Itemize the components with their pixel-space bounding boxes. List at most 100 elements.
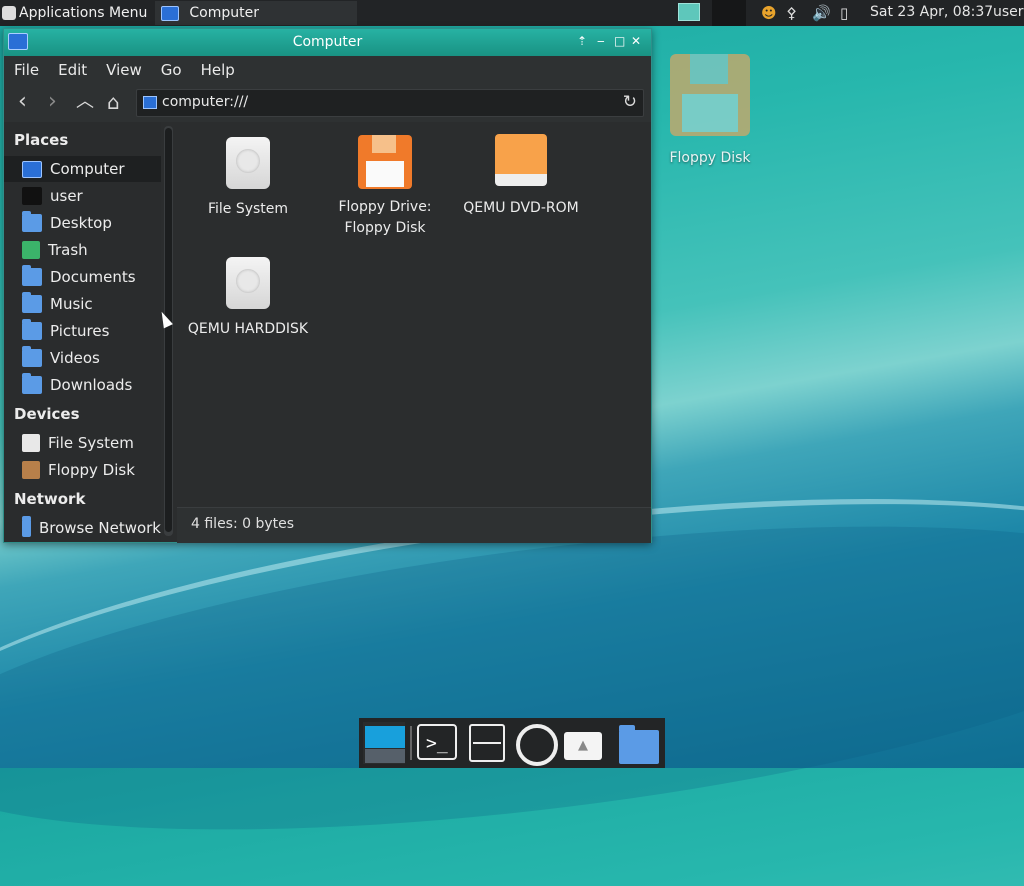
reload-icon[interactable]: ↻ xyxy=(623,92,637,112)
applications-menu-label: Applications Menu xyxy=(19,5,148,21)
battery-icon[interactable]: ▯ xyxy=(840,4,848,22)
home-button[interactable]: ⌂ xyxy=(107,91,120,113)
folder-icon xyxy=(619,725,659,764)
maximize-button[interactable]: □ xyxy=(614,34,625,48)
hard-disk-icon xyxy=(226,257,270,309)
dock-web-browser[interactable] xyxy=(514,722,558,766)
forward-button[interactable]: › xyxy=(48,91,57,113)
videos-folder-icon xyxy=(22,346,42,367)
sidebar-item-label: Music xyxy=(50,295,93,313)
sidebar-item-documents[interactable]: Documents xyxy=(4,264,161,290)
applications-menu-icon xyxy=(2,6,16,20)
file-item-dvd-rom[interactable]: QEMU DVD-ROM xyxy=(456,134,586,219)
desktop-icon-floppy-disk[interactable]: Floppy Disk xyxy=(668,54,752,166)
dock-terminal[interactable]: >_ xyxy=(417,722,459,764)
network-icon[interactable]: ⚴ xyxy=(786,4,797,22)
shade-button[interactable]: ⇡ xyxy=(577,34,587,48)
computer-icon xyxy=(161,5,180,21)
pictures-folder-icon xyxy=(22,319,42,340)
file-item-label: QEMU HARDDISK xyxy=(187,321,309,337)
update-notifier-icon[interactable]: ☻ xyxy=(761,4,777,22)
sidebar-scrollbar[interactable] xyxy=(164,126,173,536)
menu-view[interactable]: View xyxy=(106,61,142,79)
file-item-label: QEMU DVD-ROM xyxy=(463,200,579,216)
location-bar[interactable]: computer:/// ↻ xyxy=(136,89,644,117)
file-item-file-system[interactable]: File System xyxy=(183,137,313,220)
sidebar-item-label: Floppy Disk xyxy=(48,461,135,479)
music-folder-icon xyxy=(22,292,42,313)
sidebar: Places Computer user Desktop Trash Docum… xyxy=(4,122,161,542)
show-desktop-icon xyxy=(365,726,405,748)
hard-disk-icon xyxy=(226,137,270,189)
sidebar-item-desktop[interactable]: Desktop xyxy=(4,210,161,236)
status-text: 4 files: 0 bytes xyxy=(191,516,295,532)
file-item-qemu-harddisk[interactable]: QEMU HARDDISK xyxy=(183,257,313,340)
toolbar: ‹ › ︿ ⌂ computer:/// ↻ xyxy=(4,84,651,122)
dvd-rom-icon xyxy=(495,134,547,192)
sidebar-scrollbar-thumb[interactable] xyxy=(165,128,172,532)
file-item-floppy-drive[interactable]: Floppy Drive: Floppy Disk xyxy=(320,135,450,239)
sidebar-item-label: Documents xyxy=(50,268,136,286)
window-titlebar[interactable]: Computer ⇡ ‒ □ ✕ xyxy=(4,29,651,56)
file-item-label: File System xyxy=(207,201,289,217)
sidebar-item-computer[interactable]: Computer xyxy=(4,156,161,182)
close-button[interactable]: ✕ xyxy=(631,34,641,48)
file-item-label: Floppy Drive: Floppy Disk xyxy=(338,199,432,236)
minimize-button[interactable]: ‒ xyxy=(597,34,605,48)
workspace-2-button[interactable] xyxy=(712,0,746,26)
applications-menu-button[interactable]: Applications Menu xyxy=(0,0,155,26)
sidebar-item-downloads[interactable]: Downloads xyxy=(4,372,161,398)
floppy-icon xyxy=(670,54,750,136)
dock-show-desktop[interactable] xyxy=(363,722,405,764)
up-button[interactable]: ︿ xyxy=(76,91,94,113)
clock[interactable]: Sat 23 Apr, 08:37 xyxy=(870,4,993,20)
sidebar-item-label: Computer xyxy=(50,160,125,178)
dock-file-manager[interactable] xyxy=(467,722,509,764)
sidebar-item-videos[interactable]: Videos xyxy=(4,345,161,371)
location-text: computer:/// xyxy=(162,94,249,110)
menu-help[interactable]: Help xyxy=(201,61,235,79)
file-manager-window: Computer ⇡ ‒ □ ✕ File Edit View Go Help … xyxy=(3,28,652,543)
file-cabinet-icon xyxy=(469,724,505,762)
sidebar-item-user[interactable]: user xyxy=(4,183,161,209)
taskbar-item-label: Computer xyxy=(189,5,260,21)
desktop-icon-label: Floppy Disk xyxy=(669,150,751,166)
menu-go[interactable]: Go xyxy=(161,61,182,79)
back-button[interactable]: ‹ xyxy=(18,91,27,113)
sidebar-item-browse-network[interactable]: Browse Network xyxy=(4,515,161,541)
dock-app-finder[interactable]: ▲ xyxy=(562,722,604,764)
taskbar-item-computer[interactable]: Computer xyxy=(155,1,358,25)
sidebar-item-floppy-disk[interactable]: Floppy Disk xyxy=(4,457,161,483)
volume-icon[interactable]: 🔊 xyxy=(812,4,831,22)
file-view: File System Floppy Drive: Floppy Disk QE… xyxy=(177,122,651,507)
top-panel: Applications Menu Computer ☻ ⚴ 🔊 ▯ Sat 2… xyxy=(0,0,1024,26)
desktop-folder-icon xyxy=(22,211,42,232)
terminal-icon: >_ xyxy=(417,724,457,760)
hard-disk-icon xyxy=(22,434,40,452)
menu-file[interactable]: File xyxy=(14,61,39,79)
workspace-1-button[interactable] xyxy=(678,3,700,21)
documents-folder-icon xyxy=(22,265,42,286)
sidebar-item-label: Videos xyxy=(50,349,100,367)
user-menu[interactable]: user xyxy=(993,4,1024,20)
sidebar-item-trash[interactable]: Trash xyxy=(4,237,161,263)
computer-icon xyxy=(143,96,157,109)
floppy-icon xyxy=(358,135,412,189)
downloads-folder-icon xyxy=(22,373,42,394)
dock-separator xyxy=(410,726,412,760)
computer-icon xyxy=(22,160,42,178)
sidebar-item-pictures[interactable]: Pictures xyxy=(4,318,161,344)
sidebar-item-file-system[interactable]: File System xyxy=(4,430,161,456)
dock-folder[interactable] xyxy=(617,722,659,764)
sidebar-item-label: Trash xyxy=(48,241,88,259)
menu-edit[interactable]: Edit xyxy=(58,61,87,79)
network-folder-icon xyxy=(22,516,31,537)
menubar: File Edit View Go Help xyxy=(4,56,651,84)
window-title: Computer xyxy=(292,34,363,50)
sidebar-header-places: Places xyxy=(14,131,69,149)
sidebar-item-label: File System xyxy=(48,434,134,452)
sidebar-header-devices: Devices xyxy=(14,405,80,423)
sidebar-item-music[interactable]: Music xyxy=(4,291,161,317)
app-finder-icon: ▲ xyxy=(564,732,602,760)
dock: >_ ▲ xyxy=(359,718,665,768)
